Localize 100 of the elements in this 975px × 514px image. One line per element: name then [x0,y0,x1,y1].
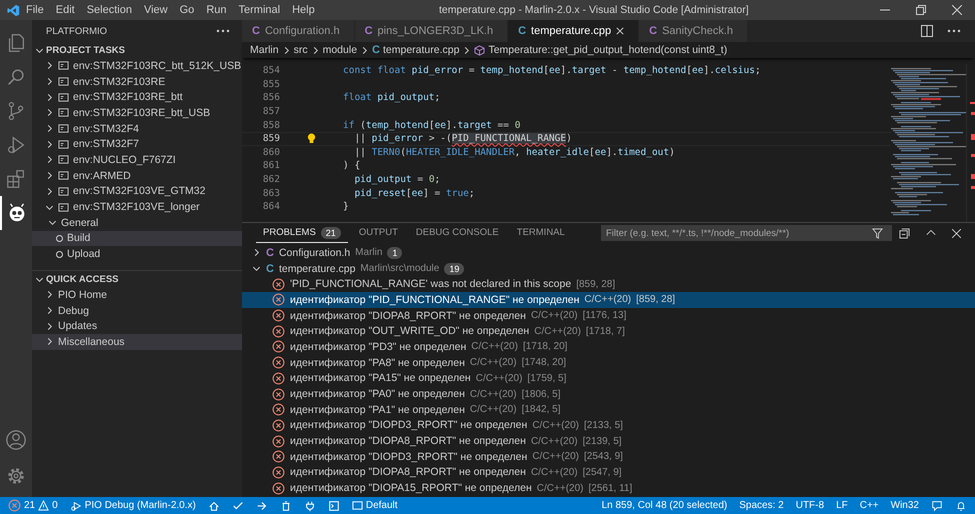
panel-tab[interactable]: PROBLEMS 21 [256,224,348,242]
task-icon [58,138,69,150]
problem-item[interactable]: идентификатор "DIOPA8_RPORT" не определен C/C++(20) [2547, 9] [242,464,975,480]
breadcrumb-item[interactable]: Temperature::get_pid_output_hotend(const uint8_t) [488,44,728,56]
quick-access-item[interactable]: Debug [32,302,242,318]
breadcrumb-item[interactable]: temperature.cpp [383,44,460,56]
task-item[interactable]: Upload [32,246,242,262]
env-item[interactable]: env:STM32F103RC_btt_512K_USB [32,58,242,74]
menu-item[interactable]: Terminal [232,4,286,16]
panel-tab[interactable]: DEBUG CONSOLE [408,224,506,242]
task-circle-icon [56,234,63,242]
debug-status[interactable]: PIO Debug (Marlin-2.0.x) [70,500,196,512]
problem-item[interactable]: идентификатор "PA1" не определен C/C++(20) [1842, 5] [242,402,975,418]
problems-status[interactable]: 21 0 [8,499,58,512]
feedback-icon[interactable] [931,500,943,512]
code-line: float pid_output; [343,92,440,104]
status-item[interactable]: Win32 [890,500,919,511]
plug-icon[interactable] [304,500,316,512]
bell-icon[interactable] [955,500,967,512]
problem-item[interactable]: идентификатор "PA0" не определен C/C++(20) [1806, 5] [242,386,975,402]
arrow-icon[interactable] [256,500,268,512]
debug-icon [70,500,82,512]
section-header[interactable]: PROJECT TASKS [32,42,242,58]
env-item[interactable]: env:STM32F103RE [32,74,242,90]
line-number: 862 [262,174,280,186]
breadcrumb-item[interactable]: Marlin [250,44,279,56]
env-item[interactable]: env:STM32F103VE_longer [32,199,242,215]
split-editor-icon[interactable] [921,25,933,37]
quick-access-item[interactable]: PIO Home [32,287,242,303]
problem-file[interactable]: C temperature.cpp Marlin\src\module 19 [242,260,975,276]
error-icon [272,309,285,322]
menu-item[interactable]: Help [286,4,321,16]
env-item[interactable]: env:STM32F4 [32,120,242,136]
task-icon [58,202,69,213]
task-item[interactable]: Build [32,230,242,246]
environment-status[interactable]: Default [352,500,398,511]
problem-item[interactable]: идентификатор "DIOPA15_RPORT" не определен C/C++(20) [2561, 11] [242,480,975,496]
section-header[interactable]: QUICK ACCESS [32,271,242,287]
close-icon[interactable] [952,5,962,15]
problem-item[interactable]: идентификатор "DIOPA8_RPORT" не определен C/C++(20) [2139, 5] [242,433,975,449]
env-item[interactable]: env:STM32F7 [32,136,242,152]
trash-icon[interactable] [280,500,292,512]
status-item[interactable]: UTF-8 [796,500,824,511]
editor-tab[interactable]: C pins_LONGER3D_LK.h [354,20,508,42]
close-icon[interactable] [616,27,624,35]
status-item[interactable]: LF [836,500,848,511]
problem-item[interactable]: идентификатор "DIOPD3_RPORT" не определен C/C++(20) [2133, 5] [242,418,975,434]
status-item[interactable]: C++ [860,500,879,511]
problem-file[interactable]: C Configuration.h Marlin 1 [242,245,975,261]
line-number: 854 [262,65,280,76]
editor-tab[interactable]: C SanityCheck.h [639,20,748,42]
problem-item[interactable]: идентификатор "PID_FUNCTIONAL_RANGE" не определен C/C++(20) [859, 28] [242,292,975,308]
menu-item[interactable]: Edit [50,4,81,16]
error-icon [272,418,285,432]
menu-item[interactable]: Go [174,4,200,16]
env-item[interactable]: env:STM32F103RE_btt [32,89,242,106]
line-number: 856 [262,92,280,104]
chevron-up-icon[interactable] [926,228,936,238]
breadcrumb-item[interactable]: src [294,44,308,56]
problem-item[interactable]: идентификатор "PA8" не определен C/C++(20) [1748, 20] [242,354,975,370]
task-group[interactable]: General [32,214,242,231]
env-item[interactable]: env:STM32F103RE_btt_USB [32,105,242,121]
home-icon[interactable] [208,500,220,512]
account-icon[interactable] [5,429,27,451]
more-icon[interactable] [947,29,961,33]
env-item[interactable]: env:ARMED [32,168,242,184]
editor-tab[interactable]: C temperature.cpp [508,20,640,42]
menu-item[interactable]: View [138,4,174,16]
task-icon [58,170,69,182]
env-item[interactable]: env:NUCLEO_F767ZI [32,152,242,168]
problem-item[interactable]: идентификатор "PD3" не определен C/C++(20) [1718, 20] [242,339,975,355]
status-item[interactable]: Ln 859, Col 48 (20 selected) [602,500,728,511]
menu-item[interactable]: Selection [80,4,138,16]
problem-item[interactable]: 'PID_FUNCTIONAL_RANGE' was not declared in this scope [859, 28] [242,276,975,292]
status-item[interactable]: Spaces: 2 [739,500,784,511]
quick-access-item[interactable]: Miscellaneous [32,334,242,350]
quick-access-item[interactable]: Updates [32,318,242,334]
more-icon[interactable] [216,29,230,33]
breadcrumb-item[interactable]: module [322,44,358,56]
terminal-icon[interactable] [328,500,340,512]
menu-item[interactable]: File [20,4,50,16]
menu-item[interactable]: Run [200,4,232,16]
settings-icon[interactable] [5,465,27,487]
panel-tab[interactable]: OUTPUT [352,224,405,242]
editor-tab[interactable]: C Configuration.h [242,20,355,42]
close-icon[interactable] [952,228,961,238]
filter-field[interactable]: Filter (e.g. text, **/*.ts, !**/node_modules/**) [601,225,892,241]
code-line: pid_reset[ee] = true; [353,188,475,199]
restore-icon[interactable] [916,5,926,15]
problem-item[interactable]: идентификатор "PA15" не определен C/C++(20) [1759, 5] [242,370,975,386]
lightbulb-icon[interactable] [307,133,316,144]
chevron-icon[interactable] [462,46,472,54]
chevron-icon[interactable] [360,46,370,54]
problem-item[interactable]: идентификатор "DIOPD3_RPORT" не определен C/C++(20) [2543, 9] [242,448,975,465]
check-icon[interactable] [232,500,244,512]
problem-item[interactable]: идентификатор "OUT_WRITE_OD" не определен C/C++(20) [1718, 7] [242,323,975,340]
panel-tab[interactable]: TERMINAL [510,224,572,242]
problem-item[interactable]: идентификатор "DIOPA8_RPORT" не определен C/C++(20) [1176, 13] [242,308,975,324]
collapse-all-icon[interactable] [899,228,910,238]
env-item[interactable]: env:STM32F103VE_GTM32 [32,184,242,200]
